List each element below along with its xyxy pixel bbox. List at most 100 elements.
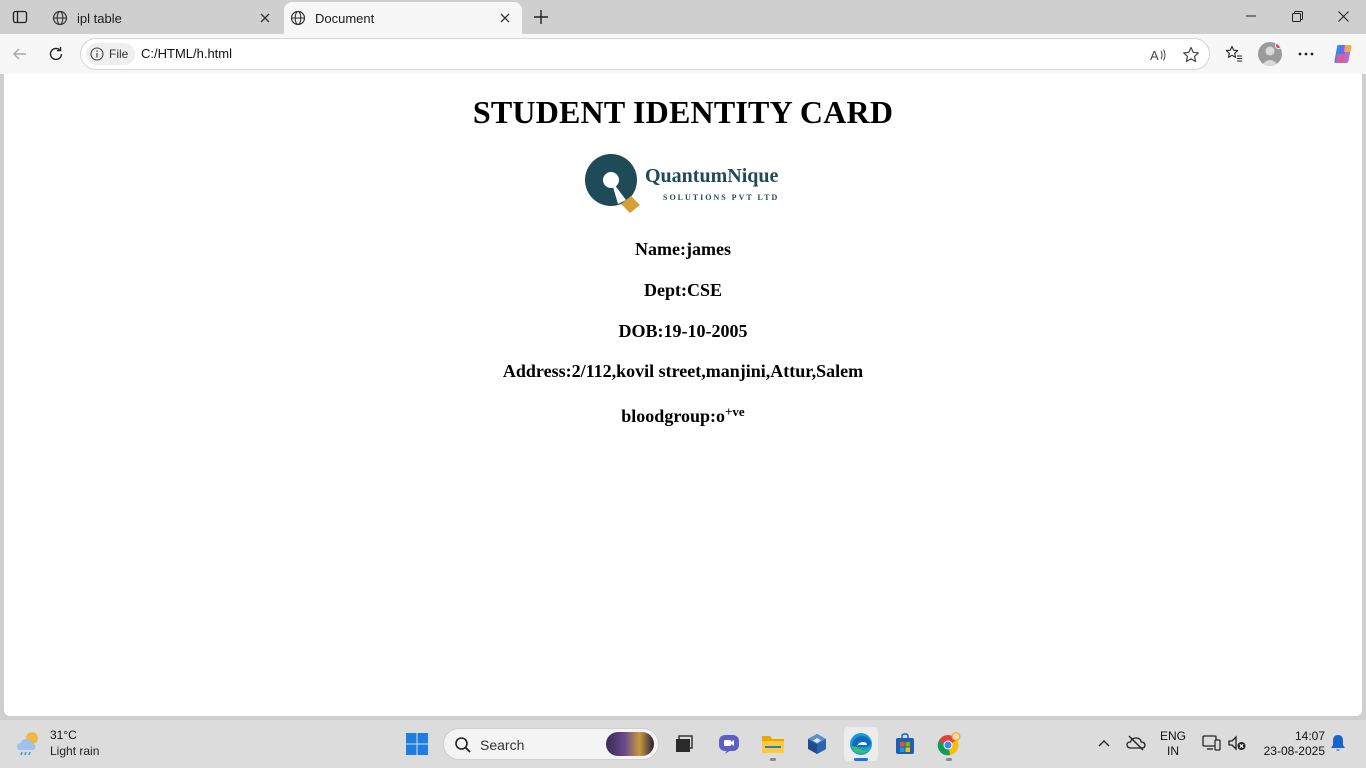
weather-temperature: 31°C	[50, 728, 77, 742]
close-tab-button[interactable]	[494, 7, 516, 29]
weather-condition: Light rain	[50, 744, 100, 758]
tab-ipl-table[interactable]: ipl table	[44, 2, 282, 34]
close-icon	[500, 13, 510, 23]
running-indicator	[946, 758, 952, 761]
dept-label: Dept:	[643, 280, 687, 300]
bloodgroup-value: o	[716, 406, 725, 426]
copilot-button[interactable]	[1329, 40, 1357, 68]
plus-icon	[534, 10, 548, 24]
search-highlight-image	[606, 732, 654, 756]
favorites-button[interactable]	[1220, 40, 1248, 68]
dob-value: 19-10-2005	[663, 321, 748, 341]
volume-tray-button[interactable]	[1226, 732, 1248, 754]
favorites-icon	[1225, 45, 1242, 62]
refresh-button[interactable]	[42, 40, 70, 68]
region-code: IN	[1167, 744, 1179, 758]
minimize-icon	[1246, 15, 1256, 17]
restore-icon	[1291, 10, 1303, 22]
virtualbox-cube-icon	[808, 734, 826, 754]
page-heading: STUDENT IDENTITY CARD	[472, 94, 894, 130]
close-icon	[1337, 10, 1349, 22]
running-indicator	[770, 758, 776, 761]
dob-label: DOB:	[618, 321, 664, 341]
logo-tagline: SOLUTIONS PVT LTD	[663, 193, 780, 202]
speaker-muted-icon	[1228, 735, 1246, 751]
taskbar-edge[interactable]	[844, 727, 878, 761]
settings-more-button[interactable]	[1292, 40, 1320, 68]
new-tab-button[interactable]	[528, 4, 554, 30]
arrow-left-icon	[13, 48, 26, 60]
name-label: Name:	[635, 239, 686, 259]
notification-dot	[1275, 42, 1282, 49]
language-code: ENG	[1160, 729, 1187, 743]
tab-actions-button[interactable]	[8, 5, 32, 29]
onedrive-tray-button[interactable]	[1125, 732, 1147, 754]
favorite-star-icon[interactable]	[1180, 44, 1202, 66]
search-icon	[455, 737, 471, 753]
clock-date: 23-08-2025	[1263, 744, 1325, 758]
input-language-indicator[interactable]: ENG IN	[1160, 729, 1186, 759]
copilot-icon	[1334, 45, 1352, 63]
bell-icon	[1331, 735, 1345, 751]
taskbar-search[interactable]: Search	[443, 728, 659, 760]
tab-title: ipl table	[77, 10, 122, 26]
dob-field: DOB:19-10-2005	[4, 321, 1362, 342]
globe-icon	[52, 10, 68, 26]
quantumnique-logo-icon	[585, 154, 640, 213]
notifications-button[interactable]	[1327, 732, 1349, 754]
taskbar-virtualbox[interactable]	[800, 727, 834, 761]
dept-value: CSE	[686, 280, 722, 300]
info-icon	[90, 47, 104, 61]
taskbar-meet[interactable]	[712, 727, 746, 761]
taskbar-store[interactable]	[888, 727, 922, 761]
video-chat-icon	[719, 735, 739, 754]
store-bag-icon	[896, 733, 914, 754]
search-label: Search	[480, 737, 525, 753]
tab-title: Document	[315, 10, 375, 26]
bloodgroup-field: bloodgroup:o+ve	[4, 404, 1362, 427]
taskbar-chrome[interactable]	[932, 727, 966, 761]
address-field: Address:2/112,kovil street,manjini,Attur…	[4, 361, 1362, 382]
minimize-button[interactable]	[1228, 0, 1274, 32]
tab-document[interactable]: Document	[284, 2, 522, 34]
close-tab-button[interactable]	[254, 7, 276, 29]
weather-rain-icon	[17, 732, 38, 756]
show-hidden-icons-button[interactable]	[1093, 732, 1115, 754]
network-tray-button[interactable]	[1200, 732, 1222, 754]
read-aloud-icon[interactable]: A	[1148, 44, 1170, 66]
address-value: 2/112,kovil street,manjini,Attur,Salem	[571, 361, 864, 381]
address-bar[interactable]: File C:/HTML/h.html A	[80, 38, 1210, 70]
refresh-icon	[49, 47, 63, 61]
running-indicator	[854, 758, 868, 761]
start-button[interactable]	[400, 727, 434, 761]
more-horizontal-icon	[1298, 52, 1314, 56]
site-info-label: File	[109, 47, 129, 61]
url-text[interactable]: C:/HTML/h.html	[141, 46, 232, 61]
cloud-offline-icon	[1126, 735, 1146, 751]
taskbar-file-explorer[interactable]	[756, 727, 790, 761]
svg-text:A: A	[1150, 48, 1159, 63]
bloodgroup-sup: +ve	[725, 404, 745, 419]
chrome-browser-icon	[937, 732, 961, 756]
task-view-icon	[676, 735, 693, 752]
profile-avatar[interactable]	[1258, 42, 1282, 66]
company-logo: QuantumNique SOLUTIONS PVT LTD	[584, 153, 784, 217]
logo-name: QuantumNique	[645, 165, 779, 187]
close-window-button[interactable]	[1320, 0, 1366, 32]
taskbar-task-view[interactable]	[667, 727, 701, 761]
taskbar-clock[interactable]: 14:07 23-08-2025	[1255, 729, 1325, 759]
restore-button[interactable]	[1274, 0, 1320, 32]
taskbar: 31°C Light rain Search ENG IN 14:07 23-0…	[0, 720, 1366, 768]
chevron-up-icon	[1098, 740, 1110, 747]
back-button[interactable]	[6, 40, 34, 68]
tab-strip: ipl table Document	[0, 0, 1366, 34]
bloodgroup-label: bloodgroup:	[621, 406, 716, 426]
weather-widget[interactable]: 31°C Light rain	[14, 728, 99, 759]
name-field: Name:james	[4, 239, 1362, 260]
tab-actions-icon	[12, 10, 28, 24]
site-info-button[interactable]: File	[86, 43, 136, 65]
clock-time: 14:07	[1294, 729, 1325, 743]
edge-browser-icon	[850, 733, 872, 755]
browser-toolbar: File C:/HTML/h.html A	[0, 34, 1366, 74]
network-icon	[1202, 735, 1221, 751]
